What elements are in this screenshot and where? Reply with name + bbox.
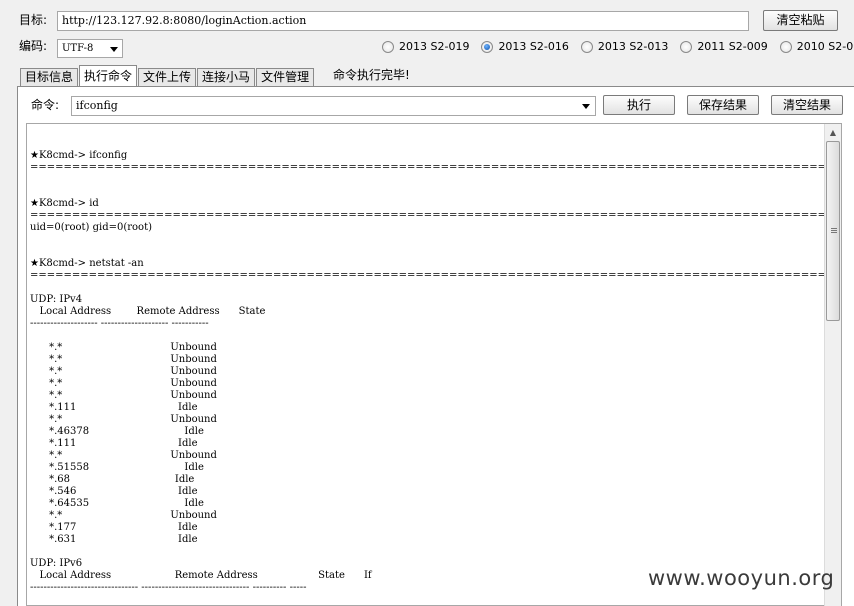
radio-icon — [680, 40, 693, 53]
output-textarea[interactable]: ★K8cmd-> ifconfig =======================… — [26, 123, 842, 606]
radio-selected-icon — [481, 40, 494, 53]
output-line: *.* Unbound — [30, 366, 217, 377]
output-line: ★K8cmd-> netstat -an — [30, 258, 144, 269]
tab-target-info[interactable]: 目标信息 — [20, 68, 79, 86]
output-line: ★K8cmd-> id — [30, 198, 99, 209]
exploit-radio-s2-016[interactable]: 2013 S2-016 — [481, 40, 569, 53]
output-line: *.* Unbound — [30, 342, 217, 353]
output-line: *.46378 Idle — [30, 426, 204, 437]
tab-execute-command[interactable]: 执行命令 — [79, 65, 138, 86]
tab-file-upload[interactable]: 文件上传 — [138, 68, 197, 86]
scroll-up-icon[interactable]: ▲ — [825, 124, 841, 140]
output-line: *.* Unbound — [30, 390, 217, 401]
chevron-down-icon — [582, 104, 590, 109]
status-text: 命令执行完毕! — [333, 68, 410, 82]
output-line: *.* Unbound — [30, 378, 217, 389]
output-text: ★K8cmd-> ifconfig =======================… — [27, 124, 841, 594]
exploit-radio-s2-013[interactable]: 2013 S2-013 — [580, 40, 668, 53]
radio-icon — [382, 40, 394, 53]
output-line: ========================================… — [30, 210, 824, 221]
output-line: -------------------- -------------------… — [30, 318, 209, 329]
watermark-text: www.wooyun.org — [648, 566, 835, 590]
encoding-value: UTF-8 — [62, 43, 94, 54]
output-line: uid=0(root) gid=0(root) — [30, 222, 152, 233]
target-label: 目标: — [19, 13, 48, 27]
tab-bar: 目标信息 执行命令 文件上传 连接小马 文件管理 — [20, 65, 315, 86]
tab-connect-shell[interactable]: 连接小马 — [197, 68, 256, 86]
target-url-input[interactable]: http://123.127.92.8:8080/loginAction.act… — [57, 11, 749, 31]
output-line: *.64535 Idle — [30, 498, 204, 509]
execute-button[interactable]: 执行 — [603, 95, 675, 115]
exploit-radio-group: 2013 S2-019 2013 S2-016 2013 S2-013 2011… — [382, 40, 854, 53]
output-line: ★K8cmd-> ifconfig — [30, 150, 128, 161]
encoding-select[interactable]: UTF-8 — [57, 39, 123, 58]
output-line: *.51558 Idle — [30, 462, 204, 473]
output-line: *.* Unbound — [30, 510, 217, 521]
radio-icon — [580, 40, 593, 53]
chevron-down-icon — [110, 47, 118, 52]
output-line: *.* Unbound — [30, 450, 217, 461]
output-line: *.631 Idle — [30, 534, 198, 545]
output-line: Local Address Remote Address State — [30, 306, 266, 317]
exploit-radio-s2-019[interactable]: 2013 S2-019 — [382, 40, 469, 53]
clear-result-button[interactable]: 清空结果 — [771, 95, 843, 115]
tab-file-manager[interactable]: 文件管理 — [256, 68, 315, 86]
clear-paste-button[interactable]: 清空粘贴 — [763, 10, 838, 31]
scrollbar-thumb[interactable] — [826, 141, 840, 321]
exploit-radio-s2-005[interactable]: 2010 S2-005 — [779, 40, 854, 53]
command-label: 命令: — [31, 98, 60, 112]
output-line: ========================================… — [30, 162, 824, 173]
output-line: *.546 Idle — [30, 486, 198, 497]
save-result-button[interactable]: 保存结果 — [687, 95, 759, 115]
output-line: *.68 Idle — [30, 474, 195, 485]
output-line: *.177 Idle — [30, 522, 198, 533]
output-line: *.* Unbound — [30, 354, 217, 365]
output-scrollbar[interactable]: ▲ — [824, 124, 841, 606]
output-line: *.* Unbound — [30, 414, 217, 425]
command-value: ifconfig — [76, 99, 118, 112]
output-line: UDP: IPv4 — [30, 294, 83, 305]
output-line: ========================================… — [30, 270, 824, 281]
output-line: *.111 Idle — [30, 402, 198, 413]
radio-icon — [779, 40, 792, 53]
exploit-radio-s2-009[interactable]: 2011 S2-009 — [680, 40, 768, 53]
output-line: *.111 Idle — [30, 438, 198, 449]
encoding-label: 编码: — [19, 39, 48, 53]
command-input[interactable]: ifconfig — [71, 96, 596, 116]
